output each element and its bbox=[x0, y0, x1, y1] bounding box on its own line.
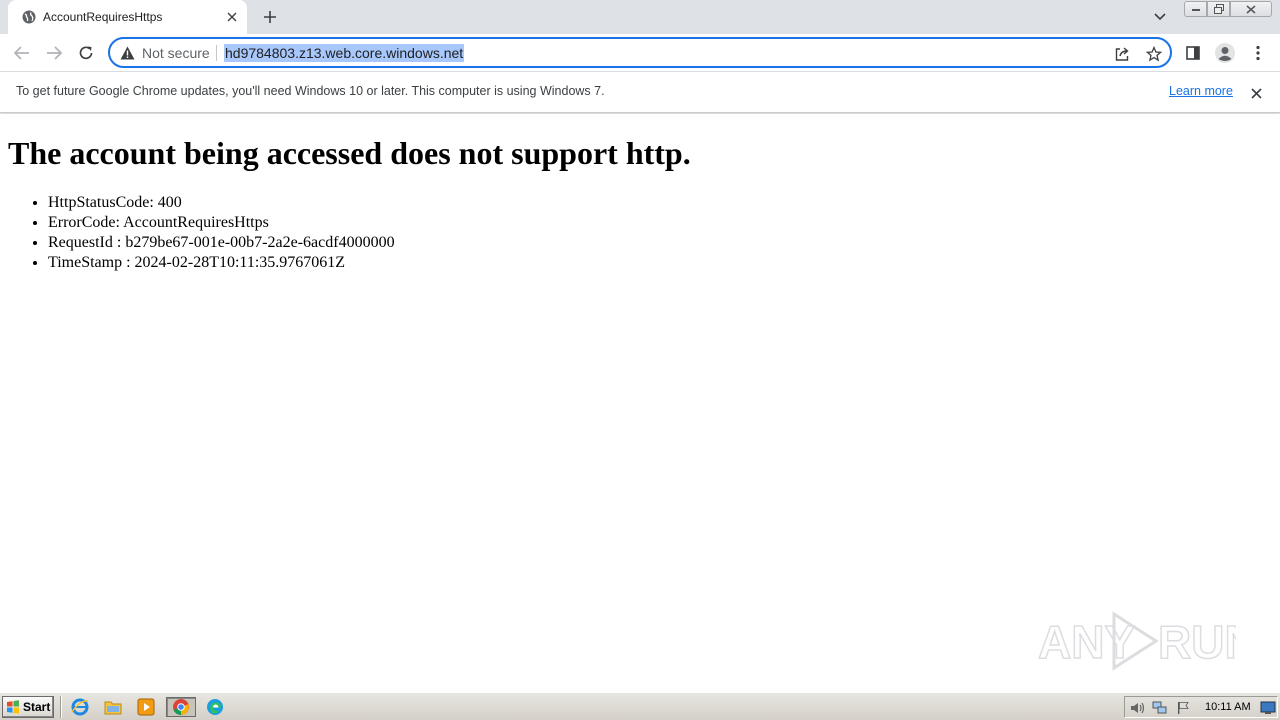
close-window-button[interactable] bbox=[1230, 1, 1272, 17]
learn-more-link[interactable]: Learn more bbox=[1169, 84, 1233, 98]
taskbar-separator bbox=[60, 696, 62, 718]
windows-taskbar: Start 10:11 AM bbox=[0, 692, 1280, 720]
watermark-text-left: ANY bbox=[1038, 616, 1135, 668]
chrome-icon[interactable] bbox=[166, 697, 196, 717]
url-text[interactable]: hd9784803.z13.web.core.windows.net bbox=[224, 44, 465, 62]
tab-title: AccountRequiresHttps bbox=[43, 10, 163, 24]
back-arrow-icon[interactable] bbox=[10, 41, 34, 65]
start-label: Start bbox=[23, 700, 51, 714]
warning-triangle-icon[interactable] bbox=[120, 46, 135, 60]
internet-explorer-icon[interactable] bbox=[69, 697, 91, 717]
restore-window-button[interactable] bbox=[1207, 1, 1230, 17]
error-heading: The account being accessed does not supp… bbox=[8, 135, 691, 171]
action-center-flag-icon[interactable] bbox=[1175, 701, 1191, 715]
detail-error-code: ErrorCode: AccountRequiresHttps bbox=[48, 213, 395, 233]
detail-timestamp: TimeStamp : 2024-02-28T10:11:35.9767061Z bbox=[48, 253, 395, 273]
detail-request-id: RequestId : b279be67-001e-00b7-2a2e-6acd… bbox=[48, 233, 395, 253]
error-details-list: HttpStatusCode: 400 ErrorCode: AccountRe… bbox=[48, 193, 395, 273]
windows-flag-icon bbox=[7, 700, 19, 714]
security-label[interactable]: Not secure bbox=[142, 45, 210, 61]
watermark-text-right: RUN bbox=[1158, 616, 1236, 668]
system-tray bbox=[1124, 696, 1278, 718]
taskbar-clock[interactable]: 10:11 AM bbox=[1205, 701, 1251, 713]
new-tab-button[interactable] bbox=[259, 6, 281, 28]
tab-strip: AccountRequiresHttps bbox=[0, 0, 1280, 34]
profile-avatar-icon[interactable] bbox=[1213, 41, 1237, 65]
folder-icon[interactable] bbox=[102, 697, 124, 717]
network-icon[interactable] bbox=[1152, 701, 1168, 715]
reload-icon[interactable] bbox=[74, 41, 98, 65]
start-button[interactable]: Start bbox=[2, 696, 54, 718]
minimize-window-button[interactable] bbox=[1184, 1, 1207, 17]
share-icon[interactable] bbox=[1112, 44, 1132, 64]
address-bar[interactable]: Not secure hd9784803.z13.web.core.window… bbox=[108, 37, 1172, 68]
detail-status-code: HttpStatusCode: 400 bbox=[48, 193, 395, 213]
omnibox-divider bbox=[216, 45, 217, 61]
globe-icon bbox=[22, 10, 36, 24]
infobar-message: To get future Google Chrome updates, you… bbox=[16, 84, 605, 98]
chrome-menu-icon[interactable] bbox=[1246, 41, 1270, 65]
edge-icon[interactable] bbox=[204, 697, 226, 717]
close-tab-icon[interactable] bbox=[224, 9, 240, 25]
update-infobar: To get future Google Chrome updates, you… bbox=[0, 71, 1280, 113]
browser-tab[interactable]: AccountRequiresHttps bbox=[8, 0, 247, 34]
anyrun-watermark-logo: ANY RUN bbox=[1037, 611, 1236, 671]
bookmark-star-icon[interactable] bbox=[1144, 44, 1164, 64]
forward-arrow-icon[interactable] bbox=[42, 41, 66, 65]
side-panel-icon[interactable] bbox=[1181, 41, 1205, 65]
media-player-icon[interactable] bbox=[135, 697, 157, 717]
tab-search-chevron-icon[interactable] bbox=[1150, 7, 1170, 27]
close-infobar-icon[interactable] bbox=[1247, 84, 1265, 102]
page-content: The account being accessed does not supp… bbox=[0, 114, 1280, 692]
browser-toolbar: Not secure hd9784803.z13.web.core.window… bbox=[0, 34, 1280, 71]
show-desktop-icon[interactable] bbox=[1260, 701, 1276, 715]
volume-icon[interactable] bbox=[1129, 701, 1145, 715]
